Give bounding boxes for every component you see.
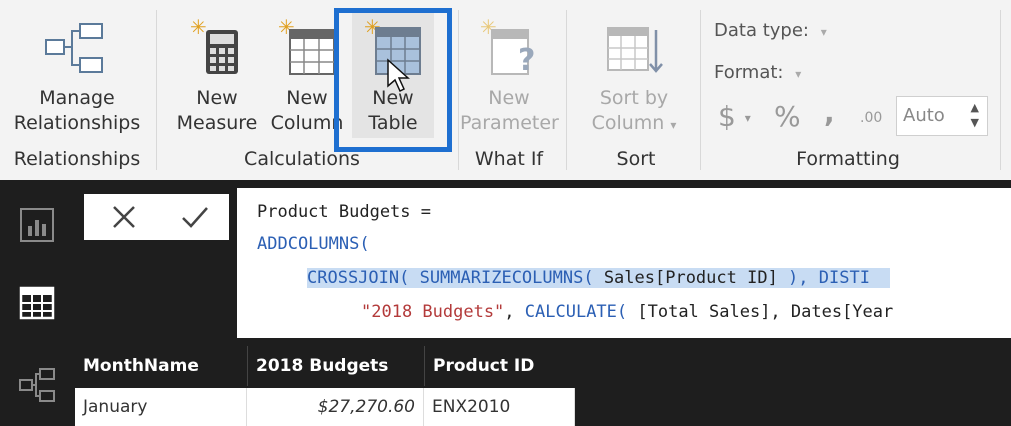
data-type-dropdown[interactable]: Data type: ▾ (714, 20, 827, 41)
new-table-highlight-box (334, 8, 452, 152)
table-cell-2018-budgets: $27,270.60 (247, 388, 424, 426)
column-header-product-id[interactable]: Product ID (424, 346, 575, 386)
chevron-down-icon: ▾ (670, 118, 677, 132)
data-view-icon[interactable] (18, 284, 56, 322)
commit-formula-icon[interactable] (180, 203, 210, 231)
new-measure-line2: Measure (176, 112, 258, 134)
group-label-relationships: Relationships (13, 148, 141, 170)
data-table: MonthName 2018 Budgets Product ID Januar… (75, 346, 575, 426)
svg-text:?: ? (518, 43, 535, 78)
formula-line-3: CROSSJOIN( SUMMARIZECOLUMNS( Sales[Produ… (307, 268, 890, 288)
sort-by-column-line2: Column ▾ (591, 112, 677, 134)
calculator-icon: ✳ (190, 16, 238, 74)
format-dropdown[interactable]: Format: ▾ (714, 62, 801, 83)
chevron-down-icon: ▾ (795, 67, 802, 81)
percent-button[interactable]: % (774, 100, 801, 133)
table-cell-monthname: January (75, 388, 247, 426)
formula-line-1: Product Budgets = (257, 202, 431, 222)
relationships-icon (45, 23, 103, 73)
chevron-down-icon: ▾ (820, 25, 827, 39)
new-measure-button[interactable]: ✳ New Measure (172, 10, 262, 138)
sort-by-column-icon (607, 27, 663, 73)
sort-by-column-button[interactable]: Sort by Column ▾ (578, 10, 690, 138)
group-label-sort: Sort (616, 148, 656, 170)
new-measure-line1: New (196, 87, 238, 109)
new-parameter-line1: New (488, 87, 530, 109)
format-label: Format: (714, 62, 784, 83)
currency-button[interactable]: $ ▾ (718, 100, 751, 133)
group-label-calculations: Calculations (244, 148, 360, 170)
cancel-formula-icon[interactable] (110, 203, 138, 231)
view-switcher (0, 180, 75, 426)
sort-by-column-line1: Sort by (599, 87, 669, 109)
comma-button[interactable]: , (824, 96, 835, 129)
formula-line-4: "2018 Budgets", CALCULATE( [Total Sales]… (361, 302, 894, 322)
report-view-icon[interactable] (18, 206, 56, 244)
currency-symbol: $ (718, 100, 736, 133)
formula-editor[interactable]: Product Budgets = ADDCOLUMNS( CROSSJOIN(… (237, 188, 1011, 338)
decimal-places-icon[interactable]: .00 (860, 110, 882, 126)
manage-relationships-line2: Relationships (13, 112, 141, 134)
table-cell-product-id: ENX2010 (424, 388, 575, 426)
manage-relationships-line1: Manage (39, 87, 115, 109)
auto-value: Auto (903, 105, 945, 126)
decimal-places-stepper[interactable]: Auto ▲ ▼ (896, 96, 988, 136)
column-header-2018-budgets[interactable]: 2018 Budgets (247, 346, 422, 386)
data-type-label: Data type: (714, 20, 809, 41)
new-parameter-icon: ✳ ? (480, 16, 535, 78)
new-column-icon: ✳ (278, 16, 335, 75)
model-view-icon[interactable] (18, 366, 56, 404)
group-label-formatting: Formatting (796, 148, 900, 170)
new-parameter-button[interactable]: ✳ ? New Parameter (460, 10, 559, 138)
stepper-arrows-icon: ▲ ▼ (970, 101, 979, 129)
formula-line-2: ADDCOLUMNS( (257, 234, 370, 254)
group-label-what-if: What If (474, 148, 544, 170)
formula-commit-bar (84, 194, 229, 240)
manage-relationships-button[interactable]: Manage Relationships (6, 10, 148, 138)
new-parameter-line2: Parameter (460, 112, 559, 134)
svg-text:✳: ✳ (190, 16, 207, 39)
column-header-monthname[interactable]: MonthName (75, 346, 243, 386)
chevron-down-icon: ▾ (744, 111, 751, 125)
ribbon: Manage Relationships Relationships ✳ New… (0, 0, 1011, 180)
